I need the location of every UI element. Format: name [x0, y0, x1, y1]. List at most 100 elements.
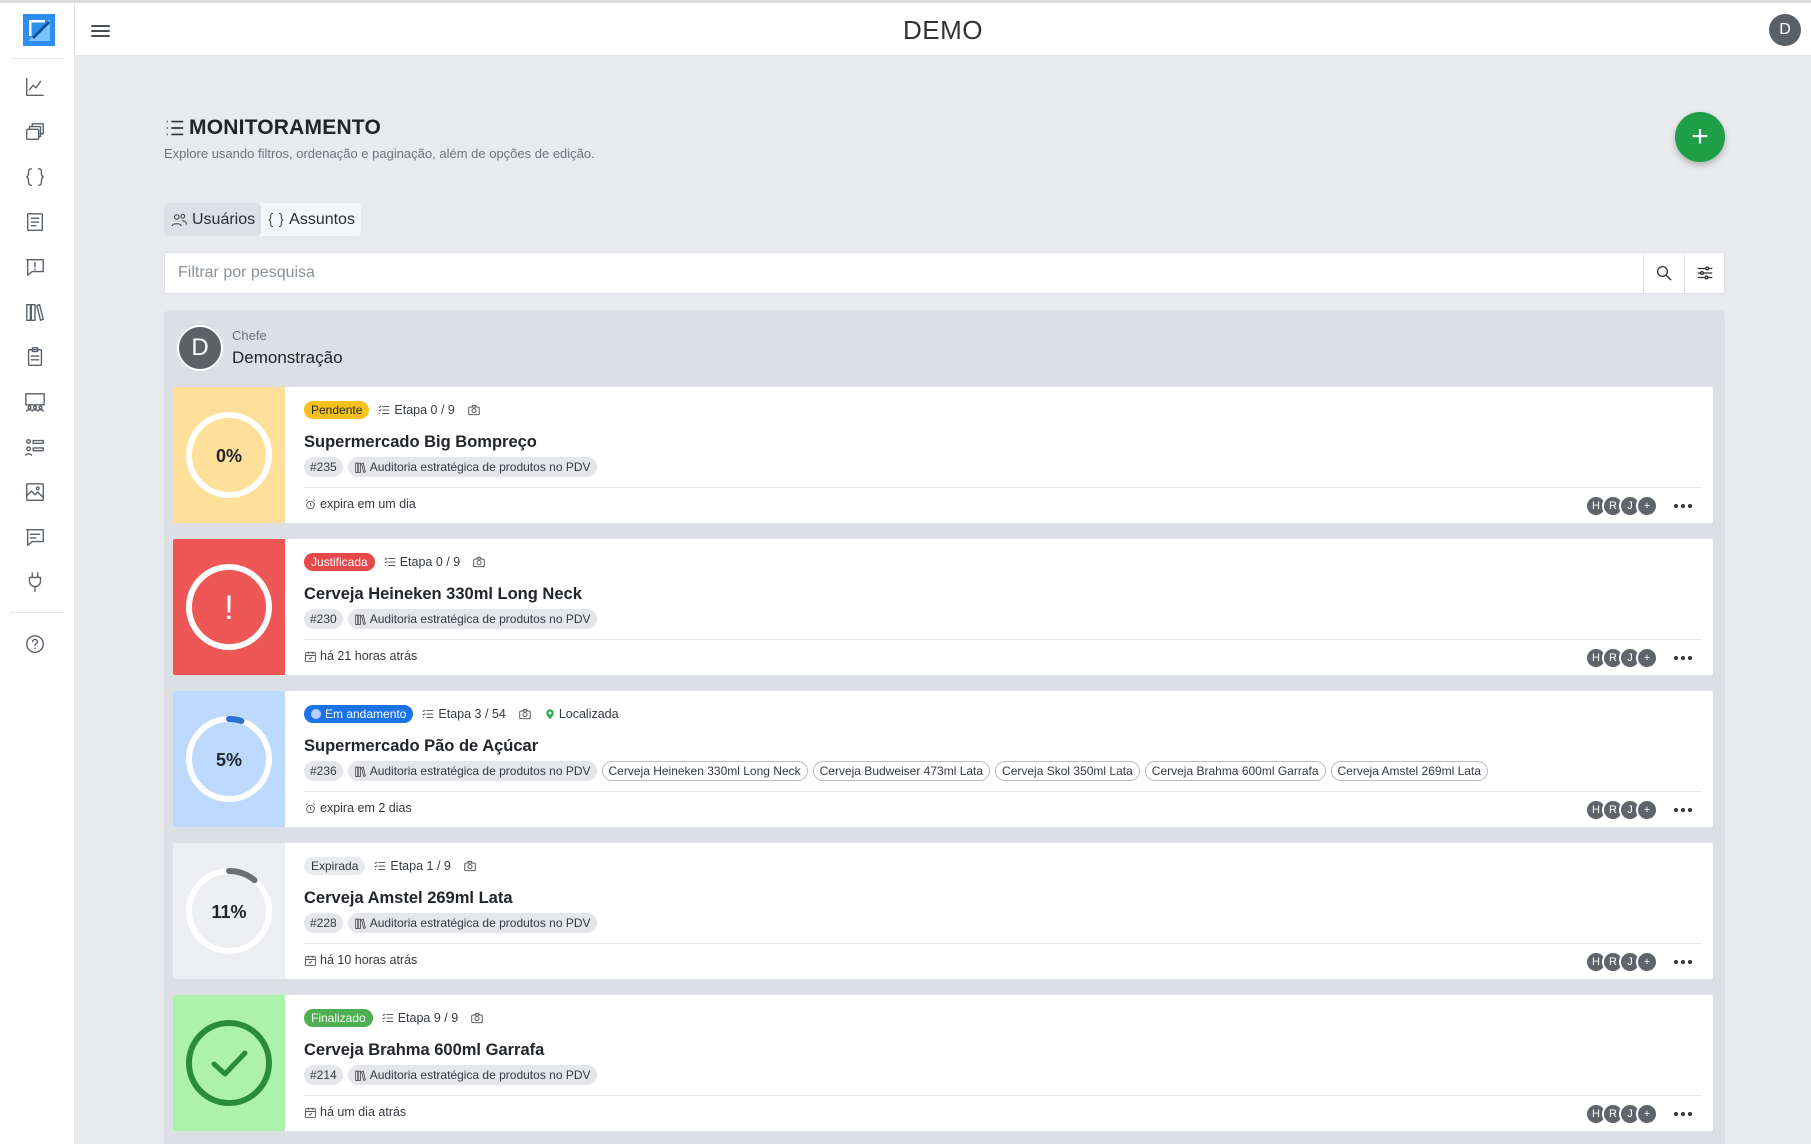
- more-options-icon[interactable]: [1671, 799, 1695, 821]
- search-button[interactable]: [1643, 253, 1684, 293]
- category-label: Auditoria estratégica de produtos no PDV: [369, 764, 591, 778]
- brand-title[interactable]: DEMO: [903, 15, 983, 45]
- category-label: Auditoria estratégica de produtos no PDV: [369, 916, 591, 930]
- menu-icon[interactable]: [90, 22, 112, 40]
- task-title[interactable]: Cerveja Heineken 330ml Long Neck: [304, 585, 582, 604]
- task-title[interactable]: Supermercado Pão de Açúcar: [304, 737, 538, 756]
- team-board-icon[interactable]: [23, 390, 47, 414]
- camera-icon[interactable]: [472, 555, 486, 569]
- plug-icon[interactable]: [23, 570, 47, 594]
- task-tags: #236 Auditoria estratégica de produtos no…: [304, 761, 1493, 781]
- task-title[interactable]: Cerveja Brahma 600ml Garrafa: [304, 1041, 544, 1060]
- location-label: Localizada: [558, 707, 619, 721]
- page-title-text: MONITORAMENTO: [189, 116, 381, 139]
- help-icon[interactable]: [23, 632, 47, 656]
- product-tag[interactable]: Cerveja Budweiser 473ml Lata: [812, 761, 991, 781]
- status-badge: Pendente: [304, 401, 370, 419]
- progress-panel: 5%: [173, 691, 285, 827]
- task-card[interactable]: 0% Pendente Etapa 0 / 9 Supermercado Big Bo…: [173, 387, 1713, 523]
- more-options-icon[interactable]: [1671, 951, 1695, 973]
- tab-usuarios[interactable]: Usuários: [164, 203, 262, 236]
- task-id-tag: #236: [304, 761, 343, 781]
- check-icon: [211, 1050, 248, 1077]
- task-tags: #230 Auditoria estratégica de produtos no…: [304, 609, 602, 629]
- library-icon[interactable]: [23, 300, 47, 324]
- app-logo[interactable]: [23, 14, 55, 46]
- step-indicator: Etapa 0 / 9: [377, 403, 455, 417]
- location-indicator: Localizada: [544, 707, 619, 721]
- product-tag[interactable]: Cerveja Heineken 330ml Long Neck: [601, 761, 808, 781]
- braces-icon: [268, 212, 285, 227]
- user-avatar[interactable]: D: [1769, 14, 1801, 46]
- top-bar: DEMO D: [75, 3, 1811, 56]
- list-check-icon: [378, 405, 390, 414]
- stacked-cards-icon[interactable]: [23, 120, 47, 144]
- step-indicator: Etapa 3 / 54: [421, 707, 506, 721]
- more-options-icon[interactable]: [1671, 1103, 1695, 1125]
- task-title[interactable]: Supermercado Big Bompreço: [304, 433, 537, 452]
- more-options-icon[interactable]: [1671, 495, 1695, 517]
- camera-icon[interactable]: [470, 1011, 484, 1025]
- group-name[interactable]: Demonstração: [232, 348, 343, 368]
- clipboard-icon[interactable]: [23, 345, 47, 369]
- step-indicator: Etapa 1 / 9: [373, 859, 451, 873]
- product-tag[interactable]: Cerveja Amstel 269ml Lata: [1330, 761, 1488, 781]
- task-tags: #214 Auditoria estratégica de produtos no…: [304, 1065, 602, 1085]
- task-card[interactable]: 11% Expirada Etapa 1 / 9 Cerveja Amstel 269…: [173, 843, 1713, 979]
- camera-icon[interactable]: [463, 859, 477, 873]
- chat-icon[interactable]: [23, 525, 47, 549]
- page-title: MONITORAMENTO: [164, 116, 381, 140]
- progress-ring: [186, 1020, 272, 1106]
- users-icon: [171, 213, 188, 226]
- progress-percent: 5%: [216, 750, 242, 770]
- library-icon: [354, 918, 366, 929]
- alert-message-icon[interactable]: [23, 255, 47, 279]
- task-status-row: Finalizado Etapa 9 / 9: [304, 1009, 496, 1027]
- task-card[interactable]: 5% Em andamento Etapa 3 / 54 Localizada Supe…: [173, 691, 1713, 827]
- list-check-icon: [374, 861, 386, 870]
- checklist-icon[interactable]: [23, 210, 47, 234]
- tab-label: Usuários: [192, 210, 256, 228]
- member-avatars: H R J +: [1585, 951, 1658, 973]
- calendar-icon: [305, 651, 316, 662]
- category-tag: Auditoria estratégica de produtos no PDV: [347, 457, 597, 477]
- search-bar: [164, 252, 1725, 294]
- task-card[interactable]: ! Justificada Etapa 0 / 9 Cerveja Heineken …: [173, 539, 1713, 675]
- member-avatars: H R J +: [1585, 495, 1658, 517]
- users-list-icon[interactable]: [23, 435, 47, 459]
- search-input[interactable]: [165, 253, 1643, 293]
- status-badge: Finalizado: [304, 1009, 373, 1027]
- status-label: Expirada: [311, 859, 359, 873]
- gallery-icon[interactable]: [23, 480, 47, 504]
- product-tag[interactable]: Cerveja Brahma 600ml Garrafa: [1144, 761, 1326, 781]
- add-member-avatar[interactable]: +: [1636, 799, 1658, 821]
- add-button[interactable]: +: [1675, 112, 1725, 162]
- library-icon: [354, 766, 366, 777]
- task-title[interactable]: Cerveja Amstel 269ml Lata: [304, 889, 513, 908]
- meta-label: há 21 horas atrás: [320, 649, 418, 663]
- list-check-icon: [384, 557, 395, 566]
- task-id-tag: #228: [304, 913, 343, 933]
- add-member-avatar[interactable]: +: [1636, 1103, 1658, 1125]
- category-label: Auditoria estratégica de produtos no PDV: [369, 460, 591, 474]
- camera-icon[interactable]: [518, 707, 532, 721]
- member-avatars: H R J +: [1585, 647, 1658, 669]
- filter-settings-button[interactable]: [1684, 253, 1725, 293]
- braces-icon[interactable]: [23, 165, 47, 189]
- more-options-icon[interactable]: [1671, 647, 1695, 669]
- progress-ring: 11%: [186, 868, 272, 954]
- exclamation-icon: !: [224, 589, 233, 627]
- add-member-avatar[interactable]: +: [1636, 951, 1658, 973]
- add-member-avatar[interactable]: +: [1636, 647, 1658, 669]
- group-avatar[interactable]: D: [177, 325, 223, 371]
- meta-label: expira em 2 dias: [320, 801, 412, 815]
- add-member-avatar[interactable]: +: [1636, 495, 1658, 517]
- progress-panel: !: [173, 539, 285, 675]
- meta-label: há 10 horas atrás: [320, 953, 418, 967]
- chart-line-icon[interactable]: [23, 75, 47, 99]
- task-card[interactable]: Finalizado Etapa 9 / 9 Cerveja Brahma 600m…: [173, 995, 1713, 1131]
- camera-icon[interactable]: [467, 403, 481, 417]
- product-tag[interactable]: Cerveja Skol 350ml Lata: [995, 761, 1140, 781]
- task-meta: há 10 horas atrás: [304, 953, 417, 967]
- tab-assuntos[interactable]: Assuntos: [261, 203, 361, 236]
